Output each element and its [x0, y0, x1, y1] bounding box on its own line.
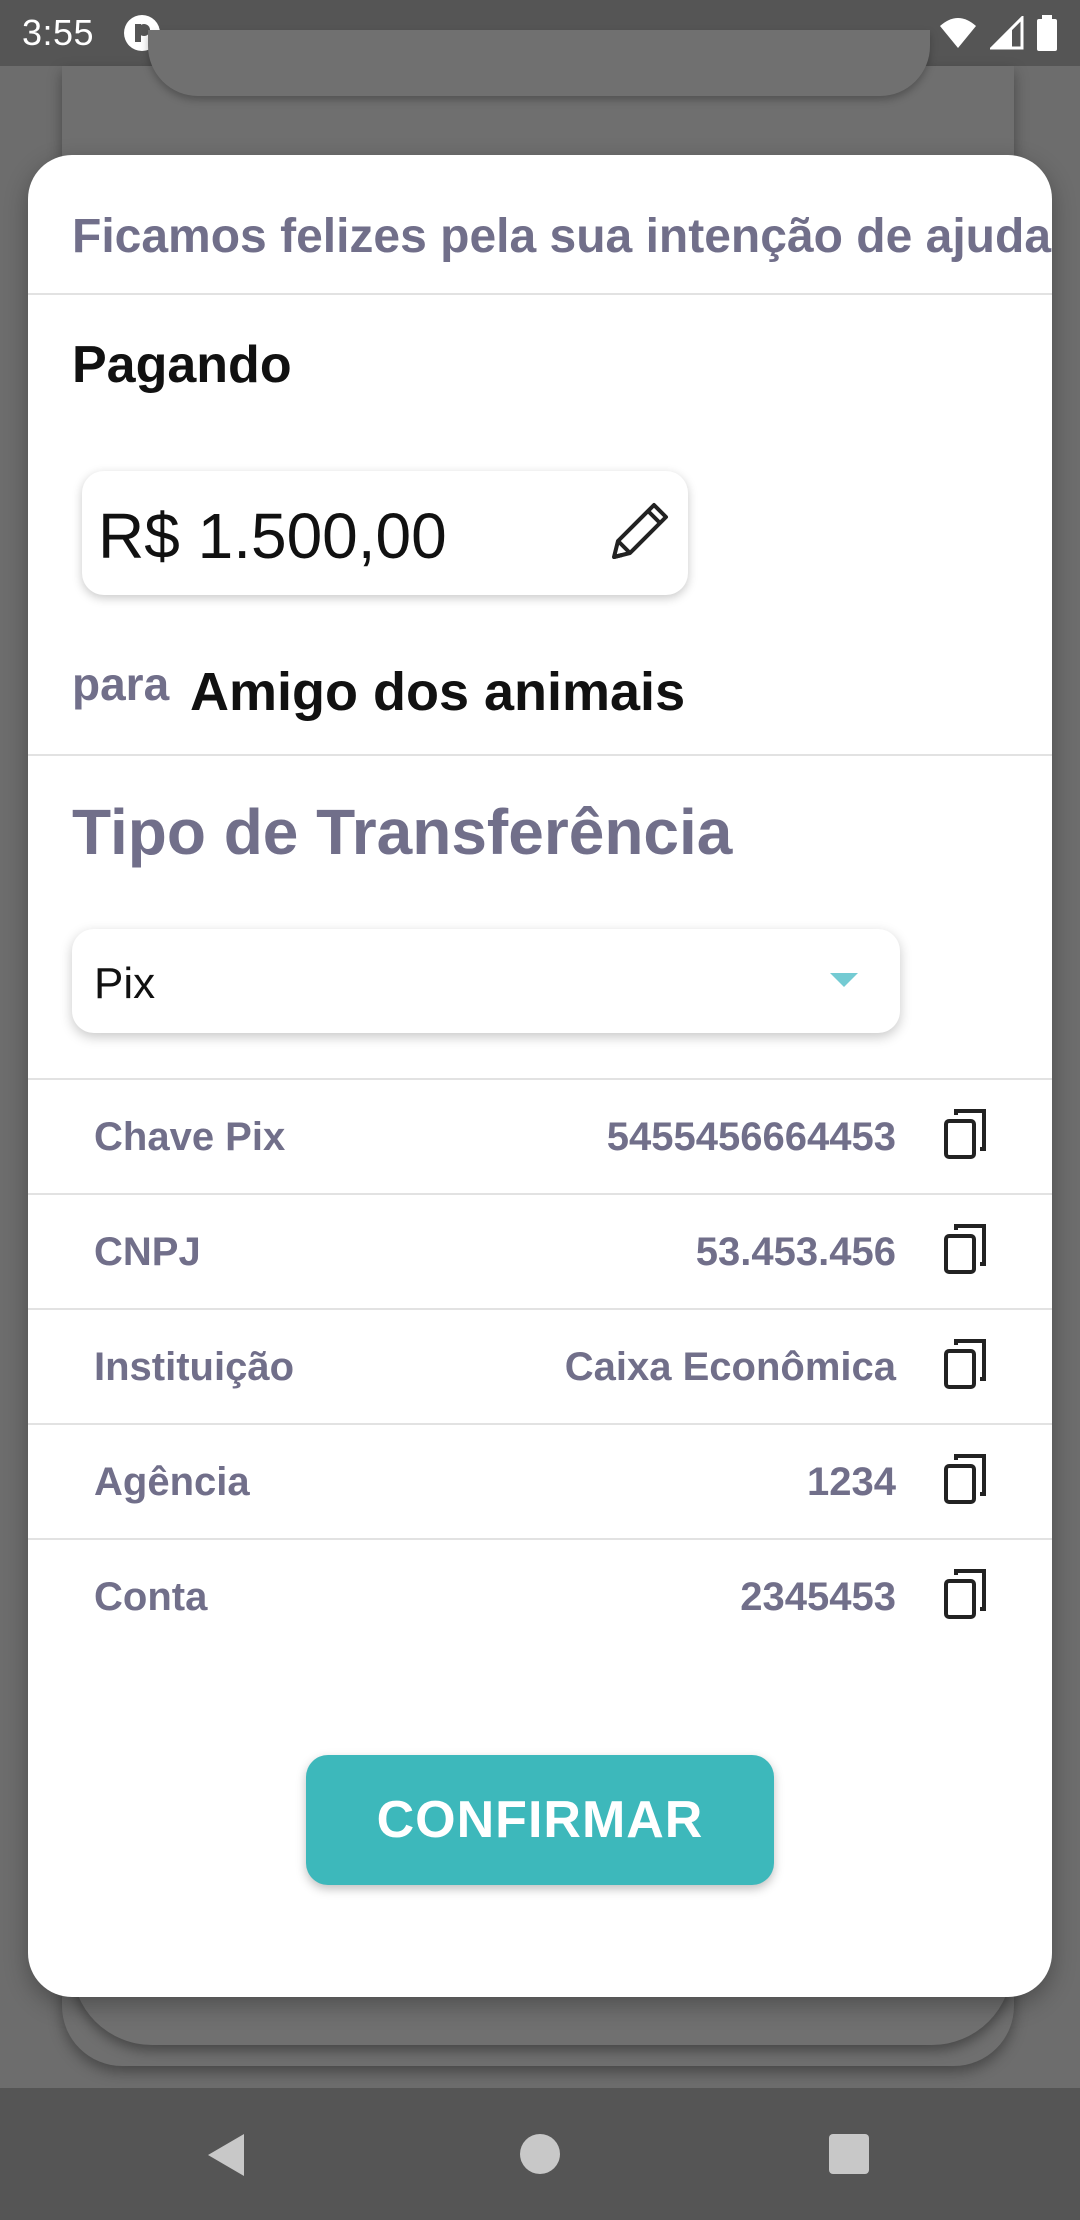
- copy-icon[interactable]: [942, 1222, 992, 1278]
- detail-value: 5455456664453: [606, 1115, 896, 1159]
- wifi-icon: [940, 18, 976, 48]
- dialog-title: Ficamos felizes pela sua intenção de aju…: [72, 210, 1052, 263]
- detail-row-instituicao: Instituição Caixa Econômica: [28, 1309, 1052, 1424]
- detail-row-chave-pix: Chave Pix 5455456664453: [28, 1079, 1052, 1194]
- signal-icon: [990, 16, 1024, 50]
- navigation-bar: [0, 2088, 1080, 2220]
- divider: [28, 293, 1052, 295]
- detail-row-agencia: Agência 1234: [28, 1424, 1052, 1539]
- pencil-edit-icon[interactable]: [604, 497, 674, 567]
- amount-value: R$ 1.500,00: [98, 500, 447, 572]
- divider: [28, 754, 1052, 756]
- detail-label: Conta: [94, 1575, 208, 1619]
- confirm-button[interactable]: CONFIRMAR: [306, 1755, 774, 1885]
- detail-value: 53.453.456: [695, 1230, 896, 1274]
- recipient-name: Amigo dos animais: [190, 662, 686, 722]
- status-time: 3:55: [22, 12, 95, 53]
- detail-label: CNPJ: [94, 1230, 201, 1274]
- donation-dialog: Ficamos felizes pela sua intenção de aju…: [28, 155, 1052, 1997]
- copy-icon[interactable]: [942, 1107, 992, 1163]
- copy-icon[interactable]: [942, 1337, 992, 1393]
- amount-field[interactable]: R$ 1.500,00: [82, 471, 688, 595]
- back-icon[interactable]: [204, 2132, 248, 2178]
- detail-label: Chave Pix: [94, 1115, 286, 1159]
- detail-label: Instituição: [94, 1345, 295, 1389]
- transfer-type-select[interactable]: Pix: [72, 929, 900, 1033]
- copy-icon[interactable]: [942, 1567, 992, 1623]
- detail-value: Caixa Econômica: [564, 1345, 896, 1389]
- battery-icon: [1037, 15, 1057, 51]
- caret-down-icon: [830, 973, 858, 987]
- detail-value: 2345453: [740, 1575, 896, 1619]
- copy-icon[interactable]: [942, 1452, 992, 1508]
- detail-row-cnpj: CNPJ 53.453.456: [28, 1194, 1052, 1309]
- detail-label: Agência: [94, 1460, 250, 1504]
- detail-value: 1234: [807, 1460, 896, 1504]
- transfer-type-value: Pix: [94, 959, 156, 1008]
- background-pill: [148, 30, 930, 96]
- detail-row-conta: Conta 2345453: [28, 1539, 1052, 1654]
- home-icon[interactable]: [520, 2134, 560, 2174]
- paying-label: Pagando: [72, 336, 292, 394]
- para-label: para: [72, 658, 170, 710]
- transfer-type-title: Tipo de Transferência: [72, 796, 733, 868]
- recents-icon[interactable]: [829, 2134, 869, 2174]
